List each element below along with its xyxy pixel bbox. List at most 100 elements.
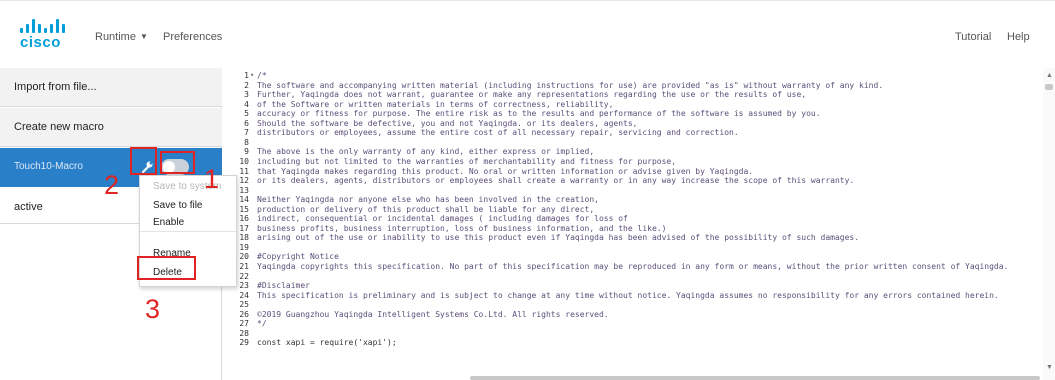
app-header: cisco Runtime ▼ Preferences Tutorial Help (0, 0, 1055, 65)
code-line: 2 The software and accompanying written m… (222, 81, 1052, 90)
code-line: 18 arising out of the use or inability to… (222, 233, 1052, 242)
code-text: accuracy or fitness for purpose. The ent… (257, 109, 821, 119)
code-text: including but not limited to the warrant… (257, 156, 677, 166)
caret-down-icon: ▼ (139, 32, 148, 41)
code-line: 24 This specification is preliminary and … (222, 291, 1052, 300)
code-line: 13 (222, 186, 1052, 195)
help-link[interactable]: Help (1007, 31, 1030, 43)
line-number: 25 (239, 300, 249, 310)
line-number: 4 (244, 99, 249, 109)
line-number: 24 (239, 290, 249, 300)
code-editor[interactable]: 1 ▾/* 2 The software and accompanying writt… (222, 68, 1055, 380)
code-text: #Disclaimer (257, 281, 310, 291)
annotation-number-1: 1 (204, 164, 220, 194)
code-text: of the Software or written materials in … (257, 99, 614, 109)
code-line: 26 ©2019 Guangzhou Yaqingda Intelligent S… (222, 310, 1052, 319)
code-text: or its dealers, agents, distributors or … (257, 176, 855, 186)
menu-item-save-to-file[interactable]: Save to file (153, 200, 202, 211)
cisco-logo-bars-icon (20, 19, 66, 33)
line-number: 2 (244, 80, 249, 90)
create-new-macro-button[interactable]: Create new macro (0, 108, 222, 147)
code-text: This specification is preliminary and is… (257, 290, 999, 300)
code-line: 16 indirect, consequential or incidental … (222, 214, 1052, 223)
line-number: 26 (239, 309, 249, 319)
annotation-number-2: 2 (104, 170, 120, 200)
scroll-up-icon[interactable]: ▲ (1046, 72, 1053, 79)
line-number: 6 (244, 118, 249, 128)
code-line: 29 const xapi = require('xapi'); (222, 338, 1052, 347)
code-line: 15 production or delivery of this product… (222, 205, 1052, 214)
code-text: that Yaqingda makes regarding this produ… (257, 166, 754, 176)
code-text: const xapi = require('xapi'); (257, 338, 397, 348)
line-number: 5 (244, 109, 249, 119)
import-from-file-button[interactable]: Import from file... (0, 68, 222, 107)
line-number: 9 (244, 147, 249, 157)
line-number: 29 (239, 338, 249, 348)
line-number: 3 (244, 90, 249, 100)
code-line: 22 (222, 272, 1052, 281)
code-line: 3 Further, Yaqingda does not warrant, gua… (222, 90, 1052, 99)
fold-arrow-icon[interactable]: ▾ (250, 71, 254, 80)
menu-divider (140, 231, 236, 232)
code-line: 10 including but not limited to the warra… (222, 157, 1052, 166)
code-line: 6 Should the software be defective, you a… (222, 119, 1052, 128)
annotation-box-delete (137, 256, 196, 280)
code-text: Should the software be defective, you an… (257, 118, 638, 128)
line-number: 8 (244, 137, 249, 147)
horizontal-scrollbar[interactable] (470, 376, 1040, 380)
code-text: indirect, consequential or incidental da… (257, 214, 628, 224)
annotation-box-toggle (160, 151, 195, 174)
code-text: The software and accompanying written ma… (257, 80, 884, 90)
annotation-number-3: 3 (145, 294, 161, 324)
code-text: business profits, business interruption,… (257, 223, 667, 233)
code-text: */ (257, 319, 267, 329)
code-text: The above is the only warranty of any ki… (257, 147, 595, 157)
code-line: 8 (222, 138, 1052, 147)
code-line: 25 (222, 300, 1052, 309)
code-text: distributors or employees, assume the en… (257, 128, 739, 138)
active-label: active (14, 201, 43, 213)
code-line: 12 or its dealers, agents, distributors o… (222, 176, 1052, 185)
code-line: 27 */ (222, 319, 1052, 328)
line-number: 1 (244, 71, 249, 80)
code-line: 21 Yaqingda copyrights this specification… (222, 262, 1052, 271)
code-line: 23 #Disclaimer (222, 281, 1052, 290)
create-label: Create new macro (14, 121, 104, 133)
runtime-menu[interactable]: Runtime ▼ (95, 31, 148, 43)
scroll-down-icon[interactable]: ▼ (1046, 364, 1053, 371)
code-line: 7 distributors or employees, assume the e… (222, 128, 1052, 137)
import-label: Import from file... (14, 81, 97, 93)
code-line: 17 business profits, business interruptio… (222, 224, 1052, 233)
line-number: 28 (239, 328, 249, 338)
code-text: #Copyright Notice (257, 252, 339, 262)
code-line: 5 accuracy or fitness for purpose. The en… (222, 109, 1052, 118)
code-line: 9 The above is the only warranty of any k… (222, 147, 1052, 156)
code-text: ©2019 Guangzhou Yaqingda Intelligent Sys… (257, 309, 609, 319)
code-line: 11 that Yaqingda makes regarding this pro… (222, 167, 1052, 176)
code-line: 28 (222, 329, 1052, 338)
line-number: 10 (239, 156, 249, 166)
code-text: Further, Yaqingda does not warrant, guar… (257, 90, 807, 100)
code-text: arising out of the use or inability to u… (257, 233, 860, 243)
annotation-box-wrench (130, 147, 157, 175)
code-line: 14 Neither Yaqingda nor anyone else who h… (222, 195, 1052, 204)
scroll-thumb[interactable] (1045, 84, 1053, 90)
code-text: production or delivery of this product s… (257, 204, 595, 214)
code-line: 1 ▾/* (222, 71, 1052, 80)
cisco-logo[interactable]: cisco (20, 19, 66, 51)
preferences-link[interactable]: Preferences (163, 31, 222, 43)
menu-item-enable[interactable]: Enable (153, 217, 184, 228)
macro-name: Touch10-Macro (14, 161, 83, 172)
code-text: Yaqingda copyrights this specification. … (257, 262, 1009, 271)
code-line: 20 #Copyright Notice (222, 252, 1052, 261)
tutorial-link[interactable]: Tutorial (955, 31, 991, 43)
code-text: Neither Yaqingda nor anyone else who has… (257, 195, 599, 205)
line-number: 7 (244, 128, 249, 138)
logo-text: cisco (20, 34, 61, 51)
vertical-scrollbar[interactable]: ▲ ▼ (1043, 68, 1055, 380)
code-line: 4 of the Software or written materials in… (222, 100, 1052, 109)
code-text: /* (257, 71, 267, 80)
runtime-label: Runtime (95, 31, 136, 43)
code-line: 19 (222, 243, 1052, 252)
line-number: 27 (239, 319, 249, 329)
